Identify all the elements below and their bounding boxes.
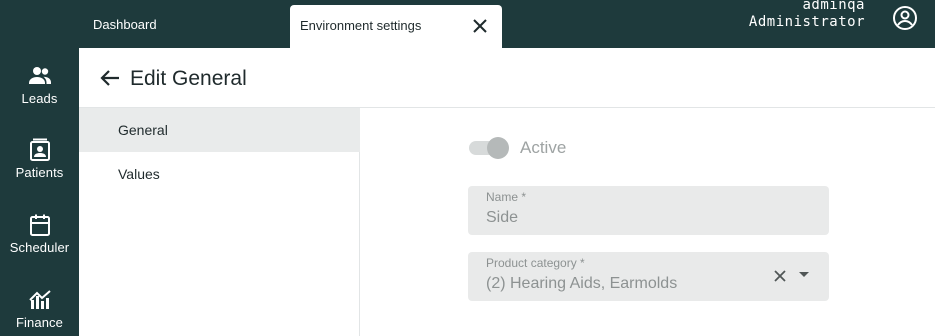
rail-item-label: Patients: [15, 165, 64, 180]
close-icon[interactable]: [470, 16, 490, 36]
username: adminqa: [802, 0, 865, 13]
sidenav-item-values[interactable]: Values: [79, 152, 360, 196]
toggle-thumb: [487, 137, 509, 159]
nav-rail: Leads Patients Scheduler Finance: [0, 0, 79, 336]
rail-item-label: Leads: [21, 91, 58, 106]
product-category-select[interactable]: Product category * (2) Hearing Aids, Ear…: [468, 252, 829, 301]
chevron-down-icon[interactable]: [799, 272, 809, 277]
name-field[interactable]: Name * Side: [468, 186, 829, 235]
active-toggle-label: Active: [520, 138, 567, 157]
calendar-icon: [27, 212, 53, 238]
tab-dashboard[interactable]: Dashboard: [93, 17, 157, 32]
tab-environment-settings[interactable]: Environment settings: [290, 5, 502, 48]
product-category-value: (2) Hearing Aids, Earmolds: [486, 275, 678, 292]
page-title: Edit General: [130, 67, 247, 90]
chart-trend-icon: [27, 287, 53, 313]
rail-item-label: Scheduler: [9, 240, 70, 255]
settings-sidenav: General Values: [79, 108, 360, 336]
rail-item-finance[interactable]: Finance: [0, 287, 79, 330]
rail-item-label: Finance: [16, 315, 63, 330]
name-field-value: Side: [486, 209, 519, 226]
user-role: Administrator: [748, 14, 865, 30]
active-toggle[interactable]: [469, 137, 511, 159]
people-icon: [27, 63, 53, 89]
user-info: adminqa Administrator: [749, 0, 865, 31]
rail-item-patients[interactable]: Patients: [0, 137, 79, 180]
account-circle-icon[interactable]: [892, 5, 918, 31]
page-header: Edit General: [79, 48, 935, 108]
sidenav-item-general[interactable]: General: [79, 108, 360, 152]
back-arrow-icon[interactable]: [99, 67, 121, 89]
tab-label: Environment settings: [300, 18, 422, 33]
rail-item-scheduler[interactable]: Scheduler: [0, 212, 79, 255]
product-category-label: Product category *: [486, 256, 585, 270]
rail-item-leads[interactable]: Leads: [0, 63, 79, 106]
top-bar: Dashboard Environment settings adminqa A…: [79, 0, 935, 48]
name-field-label: Name *: [486, 190, 527, 204]
clear-icon[interactable]: [771, 267, 789, 285]
contact-card-icon: [27, 137, 53, 163]
